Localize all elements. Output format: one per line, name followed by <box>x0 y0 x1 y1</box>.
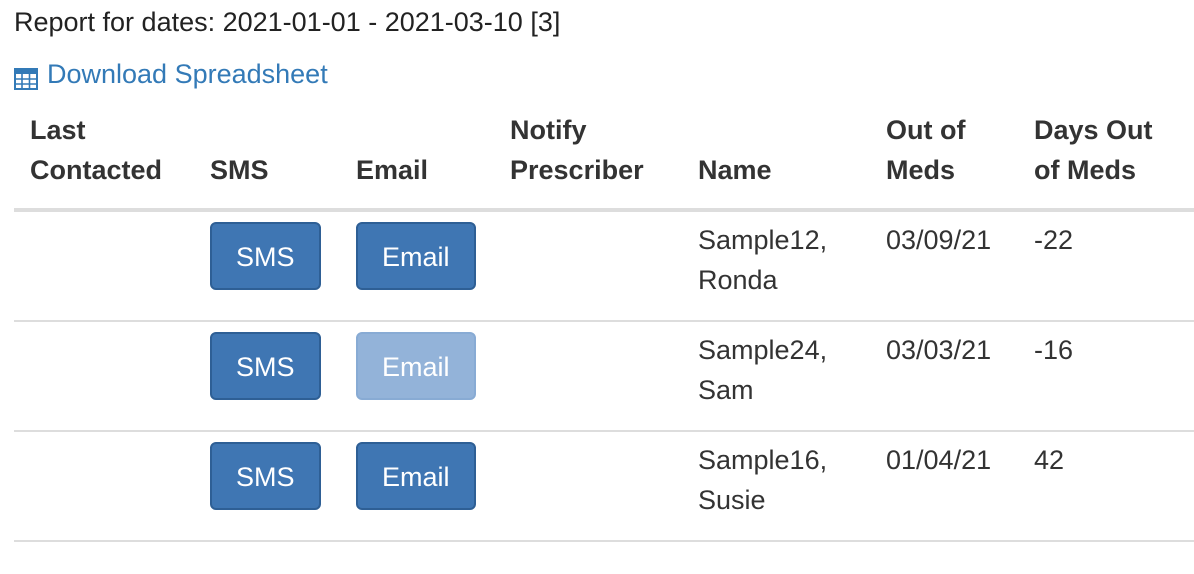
table-header-row: Last Contacted SMS Email Notify Prescrib… <box>14 110 1194 212</box>
table-body: SMS Email Sample12, Ronda 03/09/21 -22 SMS Emai… <box>14 210 1194 542</box>
cell-email: Email <box>340 210 494 322</box>
patient-last-name: Sample24, <box>698 335 828 365</box>
cell-days-out-of-meds: -16 <box>1018 321 1194 432</box>
cell-sms: SMS <box>194 321 340 432</box>
cell-out-of-meds: 03/09/21 <box>870 210 1018 322</box>
table-icon <box>14 63 38 90</box>
header-email[interactable]: Email <box>340 110 494 212</box>
download-spreadsheet-link[interactable]: Download Spreadsheet <box>14 56 328 92</box>
patient-first-name: Sam <box>698 375 754 405</box>
sms-button[interactable]: SMS <box>210 442 321 510</box>
header-days-out-of-meds[interactable]: Days Out of Meds <box>1018 110 1194 212</box>
cell-last-contacted <box>14 431 194 542</box>
patient-first-name: Ronda <box>698 265 778 295</box>
report-table: Last Contacted SMS Email Notify Prescrib… <box>14 110 1194 542</box>
cell-name: Sample24, Sam <box>682 321 870 432</box>
email-button-disabled: Email <box>356 332 476 400</box>
cell-name: Sample12, Ronda <box>682 210 870 322</box>
table-row: SMS Email Sample16, Susie 01/04/21 42 <box>14 431 1194 542</box>
header-last-contacted[interactable]: Last Contacted <box>14 110 194 212</box>
table-row: SMS Email Sample24, Sam 03/03/21 -16 <box>14 321 1194 432</box>
header-notify-prescriber[interactable]: Notify Prescriber <box>494 110 682 212</box>
download-spreadsheet-label: Download Spreadsheet <box>47 59 328 89</box>
email-button[interactable]: Email <box>356 222 476 290</box>
cell-name: Sample16, Susie <box>682 431 870 542</box>
cell-sms: SMS <box>194 431 340 542</box>
cell-notify-prescriber <box>494 210 682 322</box>
cell-days-out-of-meds: 42 <box>1018 431 1194 542</box>
cell-last-contacted <box>14 210 194 322</box>
cell-email: Email <box>340 321 494 432</box>
table-row: SMS Email Sample12, Ronda 03/09/21 -22 <box>14 210 1194 322</box>
cell-notify-prescriber <box>494 321 682 432</box>
cell-out-of-meds: 03/03/21 <box>870 321 1018 432</box>
cell-last-contacted <box>14 321 194 432</box>
sms-button[interactable]: SMS <box>210 222 321 290</box>
cell-sms: SMS <box>194 210 340 322</box>
patient-first-name: Susie <box>698 485 766 515</box>
cell-days-out-of-meds: -22 <box>1018 210 1194 322</box>
patient-last-name: Sample16, <box>698 445 828 475</box>
header-out-of-meds[interactable]: Out of Meds <box>870 110 1018 212</box>
patient-last-name: Sample12, <box>698 225 828 255</box>
sms-button[interactable]: SMS <box>210 332 321 400</box>
cell-out-of-meds: 01/04/21 <box>870 431 1018 542</box>
email-button[interactable]: Email <box>356 442 476 510</box>
cell-notify-prescriber <box>494 431 682 542</box>
report-title: Report for dates: 2021-01-01 - 2021-03-1… <box>14 7 561 37</box>
cell-email: Email <box>340 431 494 542</box>
header-name[interactable]: Name <box>682 110 870 212</box>
header-sms[interactable]: SMS <box>194 110 340 212</box>
